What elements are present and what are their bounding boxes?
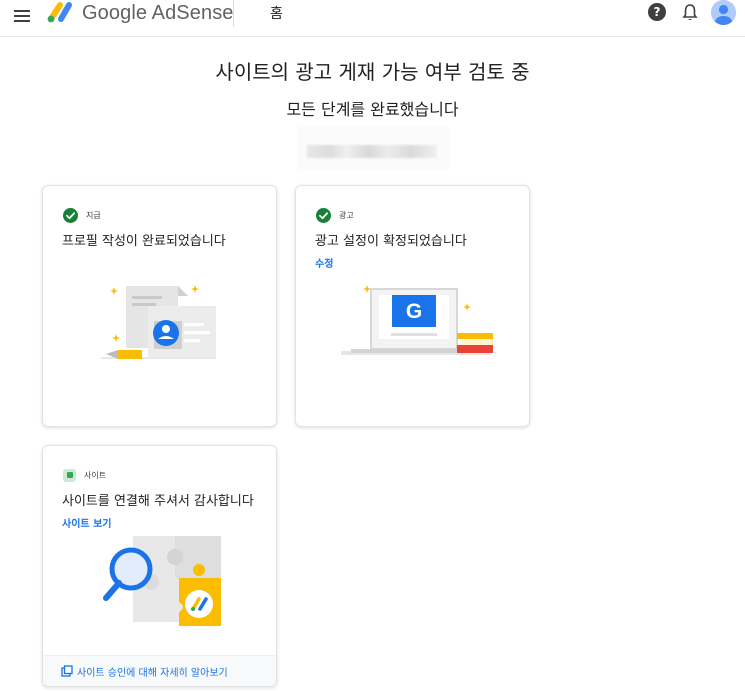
- g-badge-text: G: [406, 300, 422, 323]
- site-step-card: 사이트 사이트를 연결해 주셔서 감사합니다 사이트 보기 사이트 승인에 대해…: [42, 445, 277, 687]
- learn-more-footer-link[interactable]: 사이트 승인에 대해 자세히 알아보기: [43, 655, 276, 686]
- status-row: 지급: [63, 207, 101, 223]
- status-row: 사이트: [63, 467, 106, 483]
- page-subtitle: 모든 단계를 완료했습니다: [286, 100, 459, 119]
- header-divider: [233, 0, 234, 27]
- learn-more-footer-text: 사이트 승인에 대해 자세히 알아보기: [77, 667, 228, 679]
- hamburger-menu-icon[interactable]: [12, 6, 34, 28]
- payments-step-card: 지급 프로필 작성이 완료되었습니다: [42, 185, 277, 427]
- pending-square-icon: [63, 468, 76, 482]
- edit-ads-link[interactable]: 수정: [315, 255, 333, 270]
- ad-settings-illustration: G: [341, 285, 493, 355]
- account-avatar[interactable]: [711, 0, 736, 25]
- top-app-bar: Google AdSense 홈 ?: [0, 0, 745, 37]
- step-category-label: 광고: [339, 210, 354, 220]
- page-heading-home: 홈: [270, 6, 283, 22]
- adsense-logo-icon[interactable]: [46, 1, 74, 25]
- site-verification-illustration: [103, 536, 221, 626]
- ads-step-card: 광고 광고 설정이 확정되었습니다 수정 G: [295, 185, 530, 427]
- page-title: 사이트의 광고 게재 가능 여부 검토 중: [215, 60, 530, 84]
- check-circle-icon: [63, 207, 78, 223]
- check-circle-icon: [316, 207, 331, 223]
- profile-card-illustration: [101, 285, 216, 359]
- step-category-label: 사이트: [84, 470, 107, 480]
- open-in-new-icon: [61, 665, 73, 677]
- step-category-label: 지급: [86, 210, 101, 220]
- status-row: 광고: [316, 207, 354, 223]
- step-status-title: 광고 설정이 확정되었습니다: [315, 234, 467, 249]
- site-url-redacted: [297, 127, 449, 169]
- bell-icon[interactable]: [681, 3, 699, 23]
- product-name[interactable]: Google AdSense: [82, 2, 234, 25]
- view-site-link[interactable]: 사이트 보기: [62, 515, 111, 530]
- step-status-title: 사이트를 연결해 주셔서 감사합니다: [62, 494, 254, 509]
- account-avatar-icon: [711, 0, 736, 25]
- help-icon[interactable]: ?: [648, 3, 666, 21]
- step-status-title: 프로필 작성이 완료되었습니다: [62, 234, 226, 249]
